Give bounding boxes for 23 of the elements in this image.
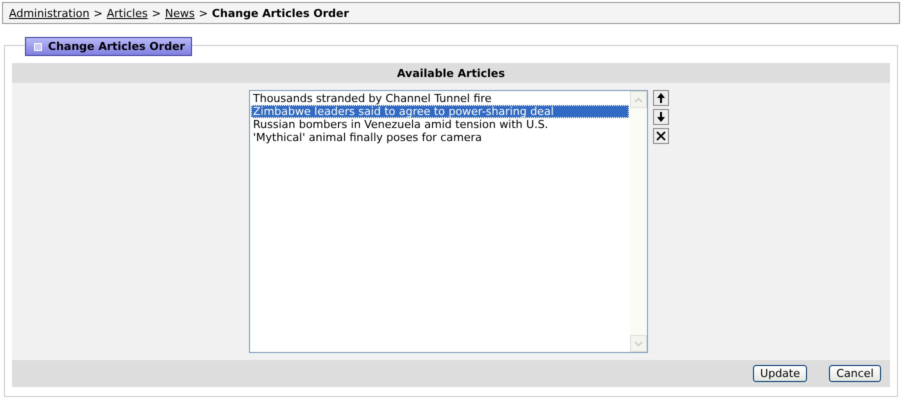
list-item[interactable]: Thousands stranded by Channel Tunnel fire	[251, 92, 629, 105]
breadcrumb-separator: >	[94, 6, 103, 20]
breadcrumb-separator: >	[198, 6, 208, 20]
breadcrumb-link[interactable]: Articles	[106, 6, 148, 20]
arrow-down-icon	[655, 111, 667, 123]
article-list[interactable]: Thousands stranded by Channel Tunnel fire Zimbabwe leaders said to agree to power-sharing deal Russian bombers in Venezuela amid tension with U.S. 'Mythical' animal finally poses for camera	[249, 90, 648, 353]
breadcrumb-link[interactable]: News	[164, 6, 195, 20]
square-icon	[34, 42, 42, 50]
cancel-button[interactable]: Cancel	[829, 365, 881, 382]
list-item[interactable]: Russian bombers in Venezuela amid tension with U.S.	[251, 118, 629, 131]
panel-title: Change Articles Order	[48, 40, 185, 53]
breadcrumb-separator: >	[152, 6, 161, 20]
list-heading: Available Articles	[12, 63, 890, 83]
breadcrumb-current: Change Articles Order	[212, 6, 349, 20]
move-down-button[interactable]	[653, 109, 669, 125]
remove-button[interactable]	[653, 128, 669, 144]
update-button[interactable]: Update	[753, 365, 807, 382]
arrow-up-icon	[655, 92, 667, 104]
breadcrumb-link[interactable]: Administration	[9, 6, 90, 20]
list-item[interactable]: 'Mythical' animal finally poses for camera	[251, 131, 629, 144]
move-up-button[interactable]	[653, 90, 669, 106]
close-icon	[655, 130, 667, 142]
list-item[interactable]: Zimbabwe leaders said to agree to power-sharing deal	[251, 105, 629, 118]
